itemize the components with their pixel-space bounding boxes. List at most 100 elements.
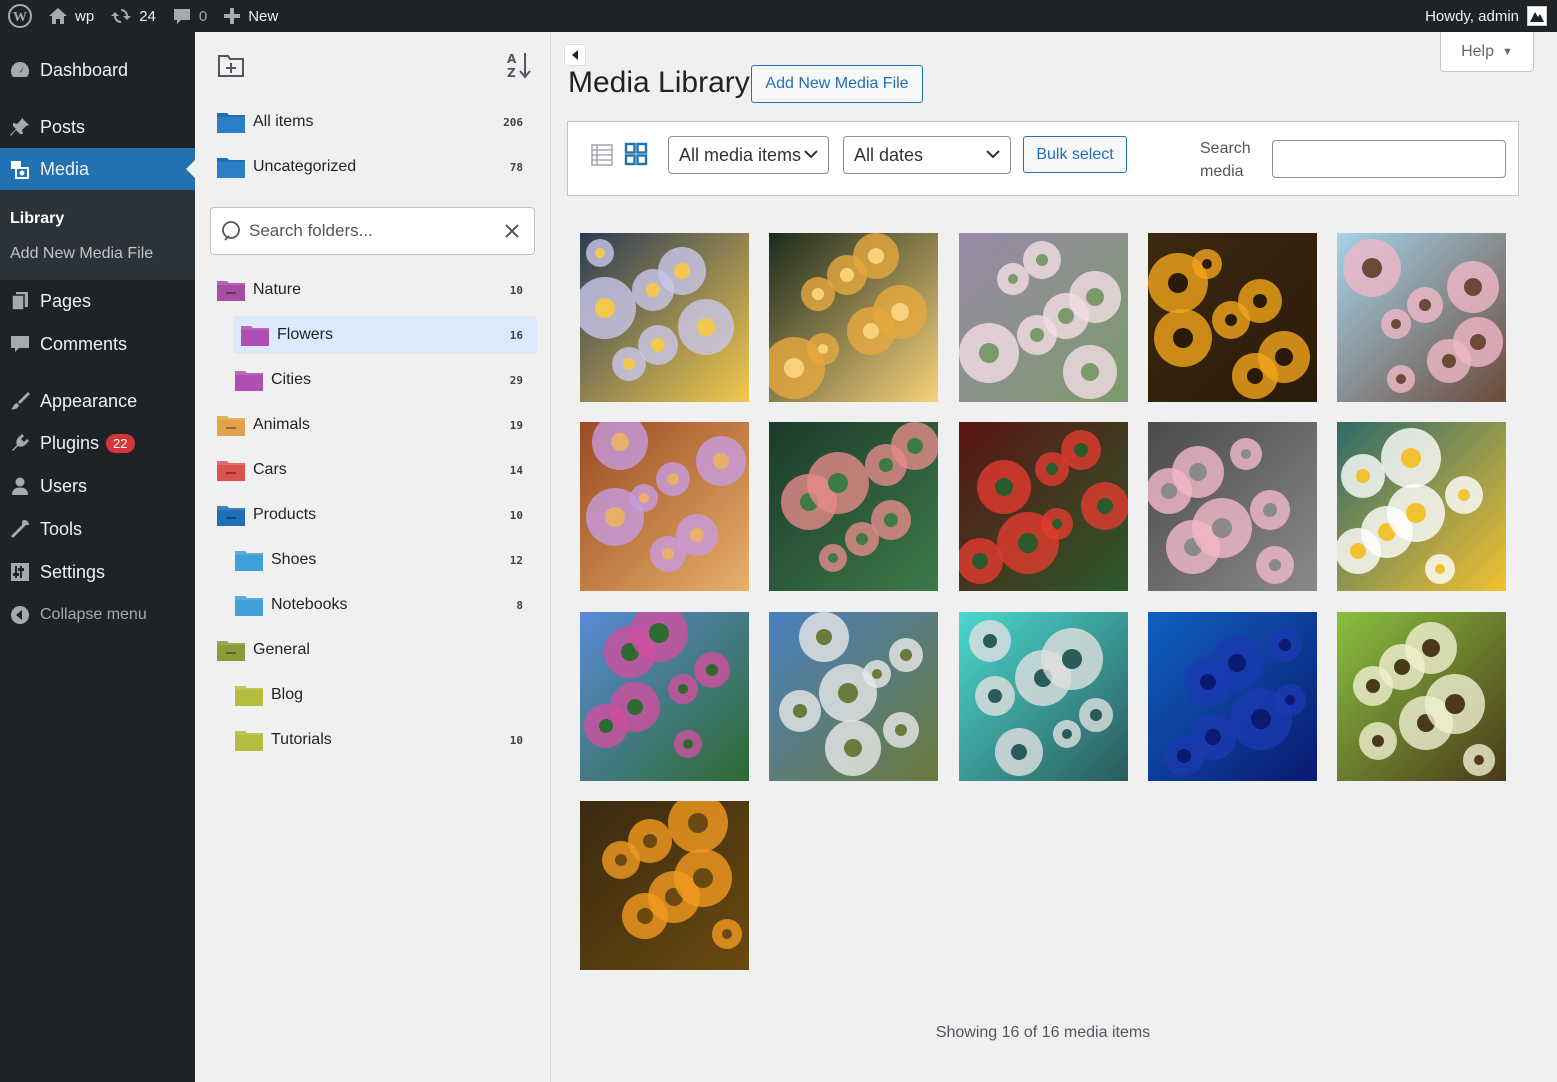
media-thumbnail-daisy[interactable] [1337, 422, 1506, 591]
new-folder-icon[interactable] [217, 52, 245, 78]
media-thumbnail-blue-rose[interactable] [1148, 612, 1317, 781]
folder-count: 16 [509, 328, 523, 342]
bulk-select-button[interactable]: Bulk select [1023, 136, 1127, 173]
menu-appearance[interactable]: Appearance [0, 380, 195, 422]
admin-menu: Dashboard Posts Media Library Add New Me… [0, 32, 195, 1082]
chevron-down-icon [804, 150, 818, 159]
folder-shoes[interactable]: Shoes 12 [235, 541, 537, 579]
my-account[interactable]: Howdy, admin [1425, 0, 1547, 32]
collapse-folders-button[interactable] [564, 44, 586, 66]
folder-flowers[interactable]: Flowers 16 [233, 316, 537, 354]
folder-count: 29 [509, 373, 523, 387]
folder-label: Animals [253, 416, 310, 433]
folder-all-items[interactable]: All items 206 [217, 103, 537, 141]
menu-plugins[interactable]: Plugins 22 [0, 422, 195, 464]
close-icon[interactable] [502, 221, 522, 241]
folder-label: Cities [271, 371, 312, 388]
folder-label: All items [253, 113, 314, 130]
folder-nature[interactable]: Nature 10 [217, 271, 537, 309]
submenu-library[interactable]: Library [10, 210, 64, 228]
menu-settings[interactable]: Settings [0, 551, 195, 593]
plugin-icon [12, 434, 29, 451]
menu-tools[interactable]: Tools [0, 508, 195, 550]
menu-posts[interactable]: Posts [0, 106, 195, 148]
menu-media[interactable]: Media [0, 148, 195, 190]
folder-cities[interactable]: Cities 29 [235, 361, 537, 399]
media-thumbnail-orange-poppies[interactable] [580, 801, 749, 970]
menu-comments[interactable]: Comments [0, 323, 195, 365]
folder-icon [217, 113, 245, 133]
dashboard-icon [10, 62, 30, 77]
folder-icon [241, 323, 271, 347]
list-view-icon[interactable] [590, 143, 614, 172]
menu-posts-label: Posts [40, 116, 86, 137]
comments-link[interactable]: 0 [164, 0, 215, 32]
search-icon [222, 221, 240, 241]
folder-label: Flowers [277, 326, 334, 343]
folder-search [210, 207, 535, 255]
folder-label: Shoes [271, 551, 317, 568]
date-filter[interactable]: All dates [843, 136, 1011, 174]
folder-label: Cars [253, 461, 287, 478]
media-thumbnail-red-begonias[interactable] [959, 422, 1128, 591]
wordpress-logo-icon[interactable]: W [0, 0, 40, 32]
menu-users[interactable]: Users [0, 465, 195, 507]
media-thumbnail-asters[interactable] [580, 233, 749, 402]
caret-left-icon [572, 50, 578, 60]
media-thumbnail-apple-blossom[interactable] [959, 233, 1128, 402]
folder-count: 206 [503, 115, 523, 129]
page-title: Media Library [568, 66, 750, 99]
updates-link[interactable]: 24 [102, 0, 164, 32]
folder-general[interactable]: General [217, 631, 537, 669]
folder-products[interactable]: Products 10 [217, 496, 537, 534]
media-thumbnail-yellow-tulips[interactable] [769, 233, 938, 402]
search-media-input[interactable] [1272, 140, 1506, 178]
folder-label: General [253, 641, 310, 658]
media-thumbnail-water-lily[interactable] [1148, 422, 1317, 591]
help-tab-button[interactable]: Help ▼ [1440, 32, 1534, 72]
menu-settings-label: Settings [40, 561, 106, 582]
folder-blog[interactable]: Blog [235, 676, 537, 714]
folder-animals[interactable]: Animals 19 [217, 406, 537, 444]
folder-cars[interactable]: Cars 14 [217, 451, 537, 489]
folder-panel: AZ All items 206 Uncategorized 78 Nature… [195, 32, 551, 1082]
folder-icon [217, 278, 247, 302]
folder-search-input[interactable] [249, 221, 499, 241]
media-thumbnail-calla-lily[interactable] [769, 422, 938, 591]
media-thumbnail-dew-drops[interactable] [959, 612, 1128, 781]
new-label: New [248, 7, 279, 25]
site-name: wp [75, 7, 95, 25]
menu-collapse[interactable]: Collapse menu [0, 594, 195, 636]
menu-collapse-label: Collapse menu [40, 606, 147, 623]
media-submenu: Library Add New Media File [0, 190, 195, 280]
media-type-filter[interactable]: All media items [668, 136, 829, 174]
media-thumbnail-cherry-blossom[interactable] [1337, 233, 1506, 402]
users-icon [12, 477, 28, 495]
site-name-link[interactable]: wp [40, 0, 102, 32]
media-thumbnail-crocus-hands[interactable] [580, 422, 749, 591]
help-label: Help [1461, 42, 1494, 60]
media-type-value: All media items [679, 144, 802, 165]
menu-dashboard[interactable]: Dashboard [0, 49, 195, 91]
new-content-link[interactable]: New [215, 0, 286, 32]
folder-count: 12 [509, 553, 523, 567]
howdy-text: Howdy, admin [1425, 7, 1519, 25]
folder-tutorials[interactable]: Tutorials 10 [235, 721, 537, 759]
media-thumbnail-sunflowers[interactable] [1148, 233, 1317, 402]
submenu-add-new[interactable]: Add New Media File [10, 245, 153, 263]
media-thumbnail-dandelion[interactable] [769, 612, 938, 781]
media-thumbnail-flower-field[interactable] [580, 612, 749, 781]
chevron-down-icon [986, 150, 1000, 159]
folder-uncategorized[interactable]: Uncategorized 78 [217, 148, 537, 186]
folder-count: 78 [509, 160, 523, 174]
sort-az-icon[interactable]: AZ [505, 50, 533, 80]
add-new-media-button[interactable]: Add New Media File [751, 65, 923, 103]
grid-view-icon[interactable] [624, 142, 648, 171]
folder-notebooks[interactable]: Notebooks 8 [235, 586, 537, 624]
search-media-label: Search media [1200, 140, 1251, 180]
folder-icon [217, 158, 245, 178]
media-thumbnail-green-meadow[interactable] [1337, 612, 1506, 781]
comments-count: 0 [198, 7, 208, 25]
paintbrush-icon [11, 392, 30, 410]
menu-pages[interactable]: Pages [0, 280, 195, 322]
